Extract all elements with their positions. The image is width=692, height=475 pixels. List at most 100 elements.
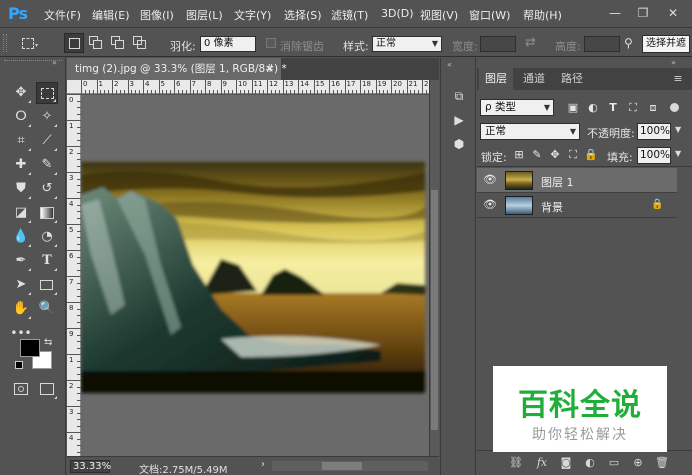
zoom-level-input[interactable]: 33.33%	[70, 460, 111, 473]
horizontal-scroll-thumb[interactable]	[322, 462, 362, 470]
filter-type-icon[interactable]: T	[605, 100, 621, 116]
minimize-button[interactable]: —	[604, 4, 626, 22]
opacity-input[interactable]: 100%	[637, 123, 671, 140]
vertical-scroll-thumb[interactable]	[431, 190, 438, 430]
menu-file[interactable]: 文件(F)	[44, 7, 81, 23]
close-button[interactable]: ✕	[662, 4, 684, 22]
eye-icon[interactable]: 👁	[483, 172, 497, 188]
new-selection-icon[interactable]	[64, 33, 84, 53]
menu-image[interactable]: 图像(I)	[140, 7, 174, 23]
close-document-icon[interactable]: ×	[265, 58, 274, 80]
marquee-tool-icon[interactable]	[36, 82, 58, 104]
tab-layers[interactable]: 图层	[479, 68, 513, 90]
select-and-mask-button[interactable]: 选择并遮	[642, 35, 690, 53]
new-layer-icon[interactable]: ⊕	[629, 455, 647, 471]
add-selection-icon[interactable]	[86, 33, 106, 53]
expand-icon[interactable]: «	[447, 60, 452, 69]
quick-mask-icon[interactable]	[10, 378, 32, 400]
feather-input[interactable]: 0 像素	[200, 36, 256, 52]
menu-layer[interactable]: 图层(L)	[186, 7, 223, 23]
healing-brush-icon[interactable]: ✚	[10, 154, 32, 176]
search-icon[interactable]: ⚲	[624, 36, 633, 50]
menu-filter[interactable]: 滤镜(T)	[331, 7, 368, 23]
rectangle-tool-icon[interactable]	[36, 274, 58, 296]
fill-input[interactable]: 100%	[637, 147, 671, 164]
panel-menu-icon[interactable]: ≡	[667, 68, 689, 90]
menu-3d[interactable]: 3D(D)	[381, 7, 414, 20]
pen-tool-icon[interactable]: ✒	[10, 250, 32, 272]
fill-slider-icon[interactable]: ▼	[675, 149, 681, 158]
magic-wand-icon[interactable]: ✧	[36, 106, 58, 128]
crop-tool-icon[interactable]: ⌗	[10, 130, 32, 152]
swap-colors-icon[interactable]: ⇆	[44, 337, 52, 348]
vertical-scrollbar[interactable]	[429, 80, 439, 456]
zoom-tool-icon[interactable]: 🔍	[36, 298, 58, 320]
filter-pixel-icon[interactable]: ▣	[565, 100, 581, 116]
swap-icon[interactable]: ⇄	[525, 35, 536, 50]
lock-pixels-icon[interactable]: ✎	[529, 147, 545, 163]
move-tool-icon[interactable]: ✥	[10, 82, 32, 104]
eraser-tool-icon[interactable]: ◪	[10, 202, 32, 224]
filter-smart-object-icon[interactable]: ⧈	[645, 100, 661, 116]
menu-edit[interactable]: 编辑(E)	[92, 7, 130, 23]
dodge-tool-icon[interactable]: ◔	[36, 226, 58, 248]
history-brush-icon[interactable]: ↺	[36, 178, 58, 200]
brush-tool-icon[interactable]: ✎	[36, 154, 58, 176]
lock-artboard-icon[interactable]: ⛶	[565, 147, 581, 163]
trash-icon[interactable]: 🗑	[653, 455, 671, 471]
adjustment-icon[interactable]: ◐	[581, 455, 599, 471]
layer-row[interactable]: 👁 图层 1	[477, 168, 677, 193]
height-input[interactable]	[584, 36, 620, 52]
antialias-checkbox[interactable]	[266, 38, 276, 48]
menu-type[interactable]: 文字(Y)	[234, 7, 271, 23]
status-menu-icon[interactable]: ›	[261, 459, 265, 470]
actions-panel-icon[interactable]: ▶	[449, 110, 469, 130]
link-icon[interactable]: ⛓	[507, 455, 525, 471]
lasso-tool-icon[interactable]: ⵔ	[10, 106, 32, 128]
collapse-icon[interactable]: »	[52, 58, 57, 67]
restore-button[interactable]: ❐	[632, 4, 654, 22]
folder-icon[interactable]: ▭	[605, 455, 623, 471]
intersect-selection-icon[interactable]	[130, 33, 150, 53]
lock-transparent-icon[interactable]: ⊞	[511, 147, 527, 163]
canvas-area[interactable]	[81, 95, 429, 456]
screen-mode-icon[interactable]	[36, 378, 58, 400]
lock-all-icon[interactable]: 🔒	[583, 147, 599, 163]
history-panel-icon[interactable]: ⧉	[449, 86, 469, 106]
filter-adjustment-icon[interactable]: ◐	[585, 100, 601, 116]
hand-tool-icon[interactable]: ✋	[10, 298, 32, 320]
lock-position-icon[interactable]: ✥	[547, 147, 563, 163]
menu-view[interactable]: 视图(V)	[420, 7, 458, 23]
opacity-slider-icon[interactable]: ▼	[675, 125, 681, 134]
marquee-preset-icon[interactable]: ▾	[18, 33, 38, 53]
type-tool-icon[interactable]: T	[36, 250, 58, 272]
filter-toggle-icon[interactable]	[670, 103, 679, 112]
mask-icon[interactable]: ◙	[557, 455, 575, 471]
eyedropper-icon[interactable]: ⟋	[36, 130, 58, 152]
clone-stamp-icon[interactable]: ⛊	[10, 178, 32, 200]
style-select[interactable]: 正常 ▼	[372, 36, 442, 52]
blur-tool-icon[interactable]: 💧	[10, 226, 32, 248]
path-selection-icon[interactable]: ➤	[10, 274, 32, 296]
menu-help[interactable]: 帮助(H)	[523, 7, 562, 23]
tab-paths[interactable]: 路径	[555, 68, 589, 90]
menu-select[interactable]: 选择(S)	[284, 7, 322, 23]
gradient-tool-icon[interactable]	[36, 202, 58, 224]
document-size[interactable]: 文档:2.75M/5.49M	[139, 461, 228, 475]
horizontal-scrollbar[interactable]	[272, 461, 428, 471]
default-colors-icon[interactable]	[15, 361, 23, 369]
layer-filter-select[interactable]: ρ 类型 ▼	[480, 99, 554, 116]
blend-mode-select[interactable]: 正常 ▼	[480, 123, 580, 140]
document-tab[interactable]: timg (2).jpg @ 33.3% (图层 1, RGB/8#) *	[67, 58, 287, 80]
foreground-color-swatch[interactable]	[20, 339, 40, 357]
collapse-icon[interactable]: »	[671, 58, 676, 67]
3d-panel-icon[interactable]: ⬢	[449, 134, 469, 154]
menu-window[interactable]: 窗口(W)	[469, 7, 510, 23]
width-input[interactable]	[480, 36, 516, 52]
filter-shape-icon[interactable]: ⛶	[625, 100, 641, 116]
layer-row[interactable]: 👁 背景 🔒	[477, 193, 677, 218]
eye-icon[interactable]: 👁	[483, 197, 497, 213]
subtract-selection-icon[interactable]	[108, 33, 128, 53]
tab-channels[interactable]: 通道	[517, 68, 551, 90]
fx-icon[interactable]: fx	[533, 455, 551, 471]
